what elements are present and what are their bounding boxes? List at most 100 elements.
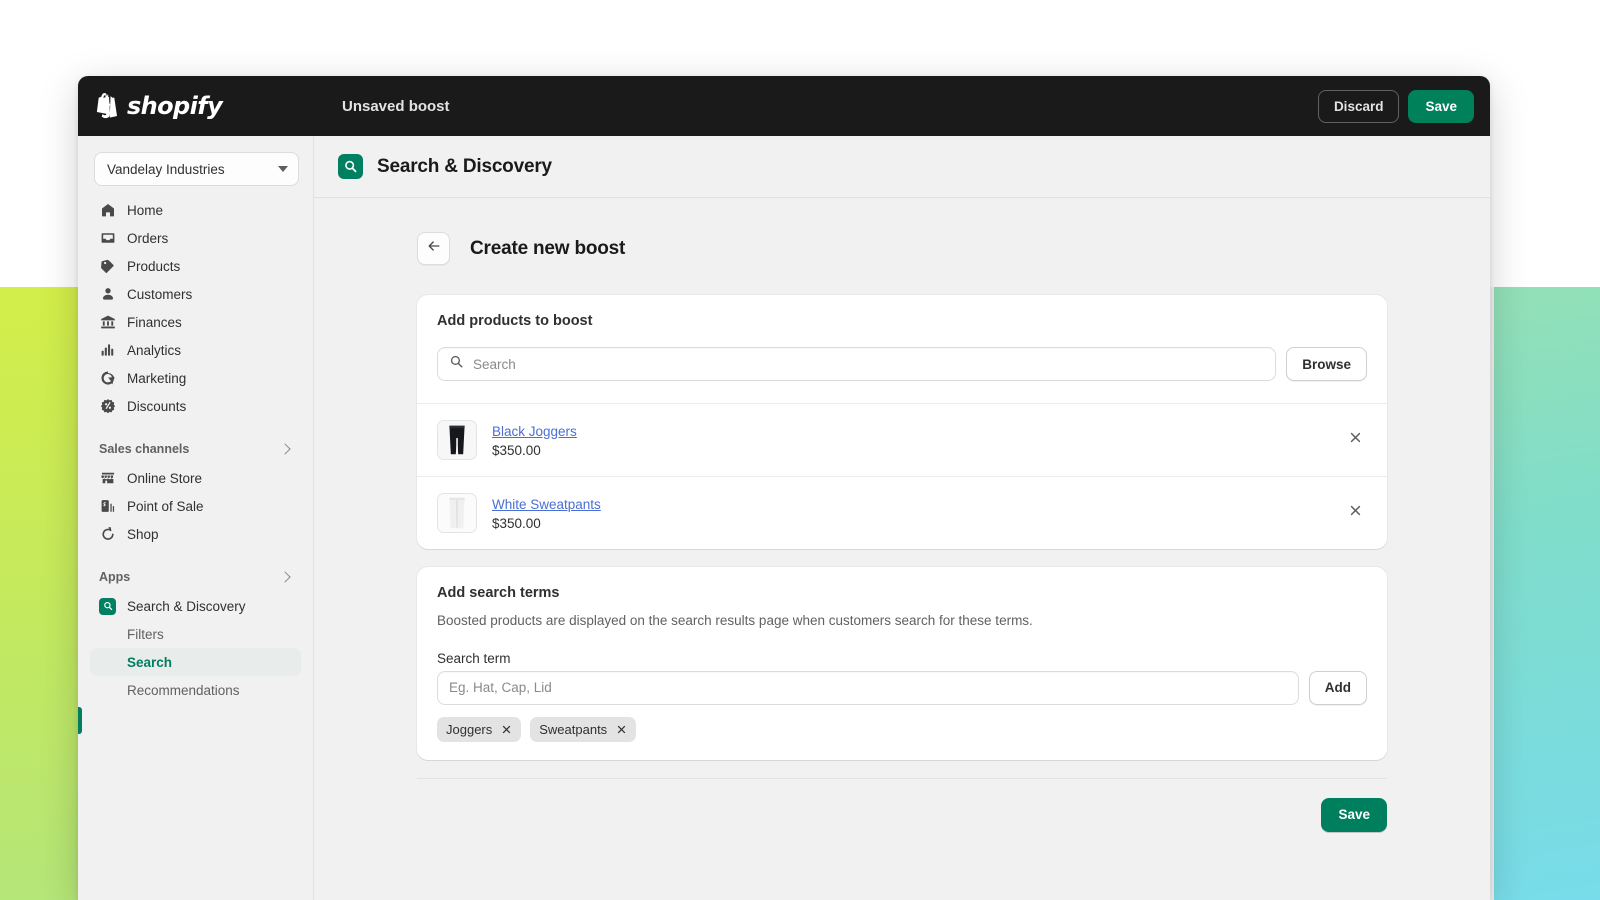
add-search-terms-title: Add search terms: [437, 585, 560, 601]
white-sweatpants-thumbnail: [437, 493, 477, 533]
sidebar-section-apps[interactable]: Apps: [90, 564, 301, 590]
remove-product-button[interactable]: [1343, 501, 1367, 525]
add-search-terms-description: Boosted products are displayed on the se…: [437, 613, 1033, 628]
megaphone-target-icon: [99, 370, 116, 387]
add-products-card-top: Add products to boost Search Browse: [417, 295, 1387, 399]
product-search-input[interactable]: [473, 356, 1265, 372]
product-name-link[interactable]: Black Joggers: [492, 424, 577, 439]
sidebar-subitem-search[interactable]: Search: [90, 648, 301, 676]
tag-label: Sweatpants: [539, 721, 608, 737]
sidebar-item-label: Search & Discovery: [127, 598, 246, 614]
sidebar-item-products[interactable]: Products: [90, 252, 301, 280]
page-title: Create new boost: [470, 237, 626, 259]
shopify-wordmark: shopify: [127, 92, 223, 120]
sidebar-item-label: Products: [127, 258, 181, 274]
sidebar-item-label: Analytics: [127, 342, 182, 358]
search-term-input[interactable]: [449, 680, 1287, 696]
search-term-tags: Joggers Sweatpants: [437, 716, 1367, 742]
back-button[interactable]: [417, 232, 450, 265]
sidebar-item-label: Customers: [127, 286, 193, 302]
footer-divider: [417, 777, 1387, 779]
close-icon: [1348, 503, 1363, 523]
save-button-footer[interactable]: Save: [1321, 797, 1387, 832]
black-joggers-thumbnail: [437, 420, 477, 460]
remove-tag-button[interactable]: [501, 724, 512, 735]
sidebar-section-sales-channels[interactable]: Sales channels: [90, 436, 301, 462]
sidebar-item-shop[interactable]: Shop: [90, 520, 301, 548]
add-search-terms-card-body: Add search terms Boosted products are di…: [417, 567, 1387, 760]
sidebar-item-label: Online Store: [127, 470, 203, 486]
discard-button[interactable]: Discard: [1317, 89, 1400, 123]
sidebar-item-label: Finances: [127, 314, 182, 330]
sidebar-item-label: Shop: [127, 526, 159, 542]
sidebar-item-marketing[interactable]: Marketing: [90, 364, 301, 392]
product-search-field[interactable]: [437, 347, 1277, 381]
search-term-tag: Joggers: [437, 716, 522, 742]
sidebar-subitem-filters[interactable]: Filters: [90, 620, 301, 648]
product-row: Black Joggers $350.00: [417, 403, 1387, 476]
app-title: Search & Discovery: [377, 155, 552, 177]
footer-actions: Save: [417, 797, 1387, 832]
sidebar-item-label: Point of Sale: [127, 498, 204, 514]
unsaved-changes-title: Unsaved boost: [342, 97, 450, 115]
search-icon: [449, 354, 464, 374]
search-term-field[interactable]: [437, 670, 1299, 705]
chevron-down-icon: [278, 166, 288, 172]
remove-product-button[interactable]: [1343, 428, 1367, 452]
add-term-button[interactable]: Add: [1308, 670, 1367, 705]
backdrop-gradient-right: [1494, 287, 1600, 900]
sidebar-item-customers[interactable]: Customers: [90, 280, 301, 308]
sidebar-item-point-of-sale[interactable]: Point of Sale: [90, 492, 301, 520]
shopify-bag-icon: [96, 92, 120, 120]
product-search-row: Browse: [437, 347, 1367, 381]
close-icon: [1348, 430, 1363, 450]
product-info: White Sweatpants $350.00: [492, 496, 1328, 531]
store-selector[interactable]: Vandelay Industries: [94, 152, 299, 186]
remove-tag-button[interactable]: [616, 724, 627, 735]
pos-device-icon: [99, 498, 116, 515]
shopify-admin-window: shopify Unsaved boost Discard Save Vande…: [78, 76, 1490, 900]
shopify-logo[interactable]: shopify: [96, 92, 314, 120]
sidebar-item-orders[interactable]: Orders: [90, 224, 301, 252]
home-icon: [99, 202, 116, 219]
search-discovery-app-icon: [99, 597, 116, 615]
chevron-right-icon: [279, 571, 291, 583]
add-products-title: Add products to boost: [437, 313, 593, 329]
sidebar-item-label: Marketing: [127, 370, 187, 386]
app-header: Search & Discovery: [314, 136, 1490, 198]
primary-nav: Home Orders Products Customers Finances …: [78, 196, 313, 704]
arrow-left-icon: [426, 238, 442, 259]
sidebar-item-label: Home: [127, 202, 164, 218]
sidebar-subitem-recommendations[interactable]: Recommendations: [90, 676, 301, 704]
product-row: White Sweatpants $350.00: [417, 476, 1387, 549]
page-body: Create new boost Add products to boost S…: [314, 198, 1490, 832]
discount-percent-icon: [99, 398, 116, 415]
sidebar-section-label: Apps: [99, 570, 131, 584]
page-header: Create new boost: [417, 232, 1387, 265]
close-icon: [503, 725, 511, 733]
sidebar-subitem-label: Filters: [127, 626, 164, 642]
bank-icon: [99, 314, 116, 331]
store-name-label: Vandelay Industries: [107, 161, 225, 177]
sidebar-item-discounts[interactable]: Discounts: [90, 392, 301, 420]
storefront-icon: [99, 470, 116, 487]
browse-button[interactable]: Browse: [1286, 347, 1367, 381]
sidebar-item-finances[interactable]: Finances: [90, 308, 301, 336]
chevron-right-icon: [279, 443, 291, 455]
add-products-card: Add products to boost Search Browse Blac…: [417, 295, 1387, 549]
add-search-terms-card: Add search terms Boosted products are di…: [417, 567, 1387, 760]
search-term-label: Search term: [437, 650, 511, 666]
sidebar-item-home[interactable]: Home: [90, 196, 301, 224]
main-content: Search & Discovery Create new boost Add …: [314, 136, 1490, 900]
orders-inbox-icon: [99, 230, 116, 247]
boosted-products-list: Black Joggers $350.00 White Sweatpants $…: [417, 403, 1387, 549]
product-name-link[interactable]: White Sweatpants: [492, 497, 601, 512]
sidebar-subitem-label: Search: [127, 654, 173, 670]
sidebar-item-search-and-discovery[interactable]: Search & Discovery: [90, 592, 301, 620]
top-bar-actions: Discard Save: [1317, 89, 1474, 123]
sidebar-item-analytics[interactable]: Analytics: [90, 336, 301, 364]
sidebar-item-online-store[interactable]: Online Store: [90, 464, 301, 492]
search-term-tag: Sweatpants: [530, 716, 637, 742]
product-price: $350.00: [492, 515, 541, 531]
save-button-topbar[interactable]: Save: [1408, 89, 1474, 123]
